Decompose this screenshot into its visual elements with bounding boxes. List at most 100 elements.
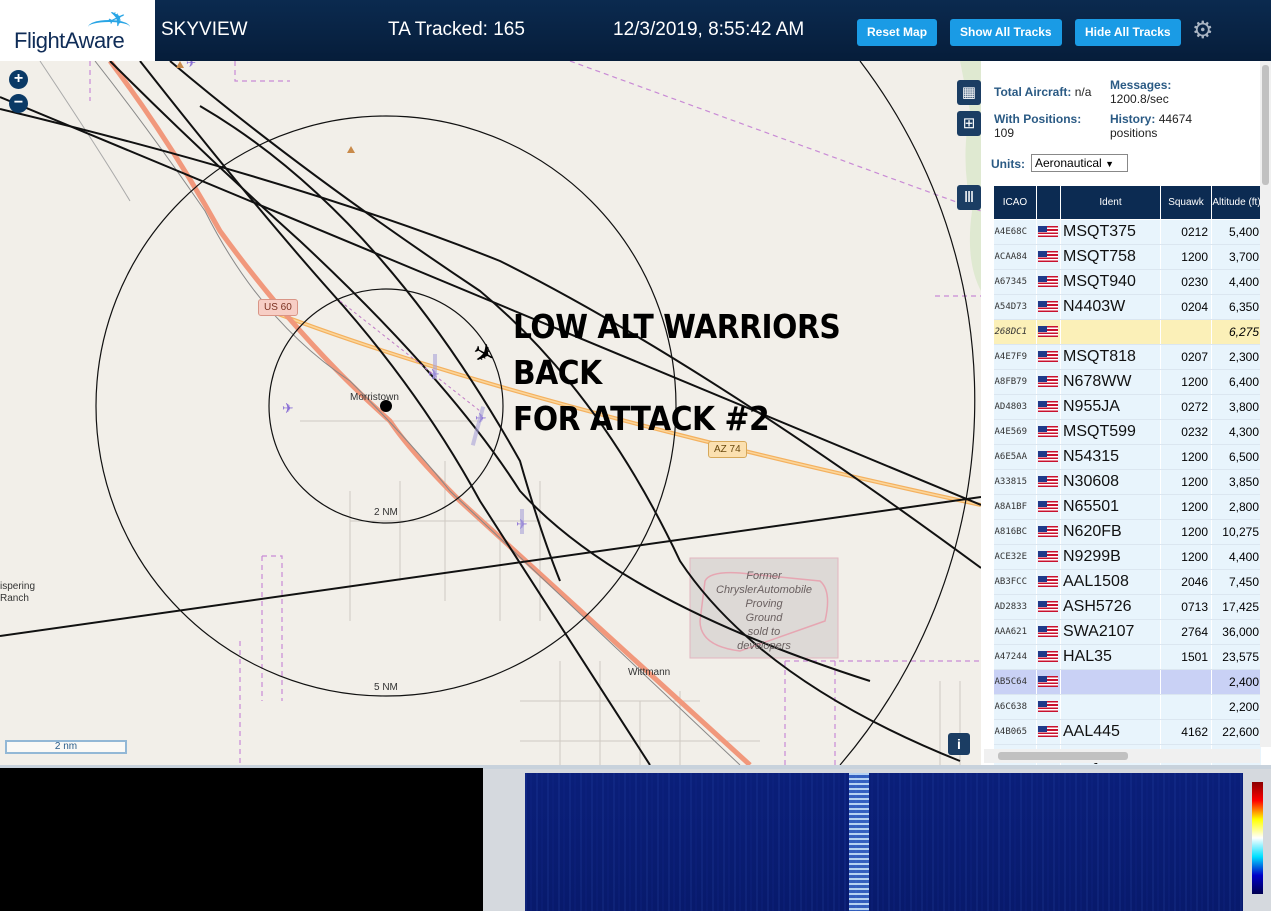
altitude-cell: 10,275 (1211, 519, 1262, 545)
ident-cell (1060, 694, 1161, 720)
squawk-cell: 0230 (1160, 269, 1212, 295)
chevron-down-icon: ▼ (1105, 159, 1114, 169)
icao-cell: A33815 (993, 469, 1037, 495)
grid-icon[interactable]: ⊞ (957, 111, 981, 136)
table-row[interactable]: AB5C64 2,400 (993, 669, 1262, 695)
altitude-cell: 6,275 (1211, 319, 1262, 345)
scroll-thumb[interactable] (998, 752, 1128, 760)
table-row[interactable]: A6E5AA N54315 1200 6,500 (993, 444, 1262, 470)
us-flag-icon (1038, 276, 1058, 288)
columns-icon[interactable]: Ⅲ (957, 185, 981, 210)
ident-cell: N678WW (1060, 369, 1161, 395)
col-squawk[interactable]: Squawk (1160, 185, 1212, 220)
table-row[interactable]: A67345 MSQT940 0230 4,400 (993, 269, 1262, 295)
table-row[interactable]: A6C638 2,200 (993, 694, 1262, 720)
altitude-cell: 2,400 (1211, 669, 1262, 695)
table-row[interactable]: 268DC1 6,275 (993, 319, 1262, 345)
ident-cell: N955JA (1060, 394, 1161, 420)
hide-all-tracks-button[interactable]: Hide All Tracks (1075, 19, 1181, 46)
flightaware-logo[interactable]: ✈ FlightAware (0, 0, 155, 61)
table-row[interactable]: A8A1BF N65501 1200 2,800 (993, 494, 1262, 520)
flag-icon (1036, 494, 1061, 520)
place-label: Ranch (0, 593, 29, 604)
table-row[interactable]: A33815 N30608 1200 3,850 (993, 469, 1262, 495)
icao-cell: A4E569 (993, 419, 1037, 445)
info-icon[interactable]: i (948, 733, 970, 755)
flag-icon (1036, 369, 1061, 395)
table-row[interactable]: A4E569 MSQT599 0232 4,300 (993, 419, 1262, 445)
col-ident[interactable]: Ident (1060, 185, 1161, 220)
flag-icon (1036, 669, 1061, 695)
table-row[interactable]: A4E7F9 MSQT818 0207 2,300 (993, 344, 1262, 370)
ident-cell: SWA2107 (1060, 619, 1161, 645)
table-row[interactable]: AD2833 ASH5726 0713 17,425 (993, 594, 1262, 620)
plus-icon[interactable]: + (9, 70, 28, 89)
scroll-thumb[interactable] (1262, 65, 1269, 185)
altitude-cell: 6,350 (1211, 294, 1262, 320)
us-flag-icon (1038, 301, 1058, 313)
reset-map-button[interactable]: Reset Map (857, 19, 938, 46)
ring-label-2nm: 2 NM (374, 507, 398, 518)
table-row[interactable]: ACAA84 MSQT758 1200 3,700 (993, 244, 1262, 270)
vertical-scrollbar[interactable] (1260, 61, 1271, 747)
us-flag-icon (1038, 226, 1058, 238)
annotation-line-2: FOR ATTACK #2 (513, 399, 770, 438)
squawk-cell: 1200 (1160, 444, 1212, 470)
ident-cell: MSQT599 (1060, 419, 1161, 445)
units-select[interactable]: Aeronautical ▼ (1031, 154, 1128, 172)
squawk-cell: 1501 (1160, 644, 1212, 670)
map-icon[interactable]: ▦ (957, 80, 981, 105)
history-stat: History: 44674 positions (1110, 112, 1193, 140)
us60-shield: US 60 (258, 299, 298, 316)
altitude-cell: 17,425 (1211, 594, 1262, 620)
icao-cell: 268DC1 (993, 319, 1037, 345)
datetime-display: 12/3/2019, 8:55:42 AM (613, 19, 805, 40)
table-row[interactable]: AD4803 N955JA 0272 3,800 (993, 394, 1262, 420)
minus-icon[interactable]: − (9, 94, 28, 113)
altitude-cell: 6,400 (1211, 369, 1262, 395)
table-row[interactable]: A816BC N620FB 1200 10,275 (993, 519, 1262, 545)
ident-cell: MSQT818 (1060, 344, 1161, 370)
us-flag-icon (1038, 651, 1058, 663)
map-view[interactable]: ✈ ✈ ✈ ✈ ✈ ✈ + − ▦ ⊞ Ⅲ LOW ALT WARRIORS B… (0, 61, 981, 765)
flag-icon (1036, 644, 1061, 670)
horizontal-scrollbar[interactable] (984, 749, 1260, 763)
flag-icon (1036, 569, 1061, 595)
ident-cell (1060, 669, 1161, 695)
signal-line (849, 773, 869, 911)
ident-cell (1060, 319, 1161, 345)
col-icao[interactable]: ICAO (993, 185, 1037, 220)
table-row[interactable]: ACE32E N9299B 1200 4,400 (993, 544, 1262, 570)
town-label: Morristown (350, 392, 399, 403)
az74-shield: AZ 74 (708, 441, 747, 458)
top-bar: ✈ FlightAware SKYVIEW TA Tracked: 165 12… (0, 0, 1271, 61)
table-row[interactable]: A54D73 N4403W 0204 6,350 (993, 294, 1262, 320)
gear-icon[interactable]: ⚙ (1192, 16, 1214, 45)
col-flag[interactable] (1036, 185, 1061, 220)
icao-cell: A816BC (993, 519, 1037, 545)
show-all-tracks-button[interactable]: Show All Tracks (950, 19, 1062, 46)
altitude-cell: 2,800 (1211, 494, 1262, 520)
squawk-cell: 0713 (1160, 594, 1212, 620)
flag-icon (1036, 344, 1061, 370)
table-row[interactable]: A4E68C MSQT375 0212 5,400 (993, 219, 1262, 245)
icao-cell: A67345 (993, 269, 1037, 295)
col-altitude[interactable]: Altitude (ft) (1211, 185, 1262, 220)
altitude-cell: 4,400 (1211, 269, 1262, 295)
table-row[interactable]: AAA621 SWA2107 2764 36,000 (993, 619, 1262, 645)
us-flag-icon (1038, 576, 1058, 588)
table-row[interactable]: A8FB79 N678WW 1200 6,400 (993, 369, 1262, 395)
table-body: A4E68C MSQT375 0212 5,400 ACAA84 MSQT758 1200 3… (993, 219, 1262, 765)
ident-cell: MSQT375 (1060, 219, 1161, 245)
boundary-line (234, 61, 290, 82)
waterfall-panel (483, 769, 1271, 911)
icao-cell: ACE32E (993, 544, 1037, 570)
flag-icon (1036, 319, 1061, 345)
table-row[interactable]: A4B065 AAL445 4162 22,600 (993, 719, 1262, 745)
svg-text:✈: ✈ (282, 400, 294, 416)
us-flag-icon (1038, 426, 1058, 438)
table-row[interactable]: A47244 HAL35 1501 23,575 (993, 644, 1262, 670)
icao-cell: A8A1BF (993, 494, 1037, 520)
table-row[interactable]: AB3FCC AAL1508 2046 7,450 (993, 569, 1262, 595)
altitude-cell: 4,300 (1211, 419, 1262, 445)
